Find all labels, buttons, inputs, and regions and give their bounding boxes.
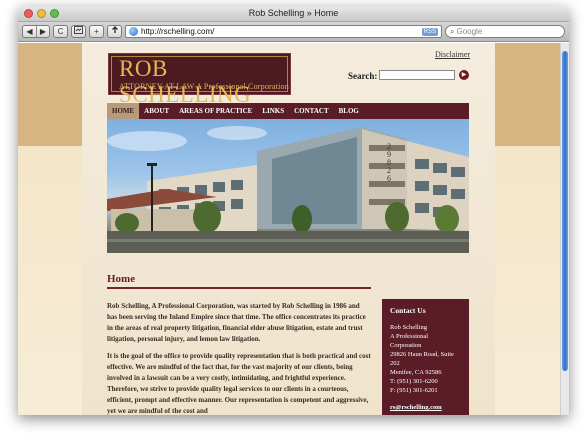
globe-icon [129, 27, 138, 36]
scrollbar-thumb[interactable] [562, 51, 568, 371]
site-search-label: Search: [348, 71, 378, 81]
forward-button[interactable]: ▶ [36, 26, 49, 37]
site-logo[interactable]: ROB SCHELLING ATTORNEY AT LAW A Professi… [108, 53, 291, 107]
contact-line: Menifee, CA 92586 [390, 369, 442, 376]
hero-building-image: 29826 [107, 119, 469, 253]
share-icon[interactable] [107, 25, 122, 38]
contact-line: F: (951) 301-6201 [390, 387, 438, 394]
page-title: Home [107, 273, 136, 285]
web-viewport: ROB SCHELLING ATTORNEY AT LAW A Professi… [18, 43, 569, 415]
main-content: Rob Schelling, A Professional Corporatio… [107, 301, 371, 415]
nav-areas-of-practice[interactable]: AREAS OF PRACTICE [174, 103, 257, 119]
main-nav: HOME ABOUT AREAS OF PRACTICE LINKS CONTA… [107, 103, 469, 119]
contact-box: Contact Us Rob Schelling A Professional … [382, 299, 469, 415]
site-page: ROB SCHELLING ATTORNEY AT LAW A Professi… [82, 43, 495, 415]
goal-paragraph: It is the goal of the office to provide … [107, 352, 371, 415]
nav-blog[interactable]: BLOG [334, 103, 364, 119]
site-search-input[interactable] [379, 70, 455, 80]
window-title: Rob Schelling » Home [248, 8, 339, 18]
address-bar[interactable]: http://rschelling.com/ RSS [125, 25, 442, 38]
add-bookmark-button[interactable]: + [89, 25, 104, 38]
contact-line: T: (951) 301-6200 [390, 378, 438, 385]
back-button[interactable]: ◀ [23, 26, 36, 37]
contact-line: A Professional [390, 333, 429, 340]
nav-links[interactable]: LINKS [257, 103, 289, 119]
intro-paragraph: Rob Schelling, A Professional Corporatio… [107, 302, 366, 343]
search-icon: ⌕ [450, 26, 455, 36]
title-bar: Rob Schelling » Home [18, 6, 569, 22]
contact-title: Contact Us [390, 306, 426, 315]
nav-contact[interactable]: CONTACT [289, 103, 333, 119]
disclaimer-link[interactable]: Disclaimer [435, 50, 470, 59]
browser-search-field[interactable]: ⌕ Google [445, 25, 565, 38]
search-go-button[interactable]: ▶ [459, 70, 469, 80]
contact-email-link[interactable]: rs@rschelling.com [390, 403, 461, 412]
vertical-scrollbar[interactable] [560, 43, 569, 415]
browser-window: Rob Schelling » Home ◀ ▶ C + http://rsch… [18, 6, 569, 415]
back-forward-buttons: ◀ ▶ [22, 25, 50, 38]
contact-line: Corporation [390, 342, 422, 349]
rss-button[interactable]: RSS [421, 27, 438, 36]
building-number: 29826 [387, 142, 391, 183]
reload-button[interactable]: C [53, 25, 68, 38]
logo-tagline: ATTORNEY AT LAW A Professional Corporati… [119, 82, 289, 91]
search-placeholder: Google [456, 27, 483, 36]
browser-toolbar: ◀ ▶ C + http://rschelling.com/ RSS ⌕ Goo… [18, 22, 569, 42]
contact-line: Rob Schelling [390, 324, 428, 331]
bookmark-icon[interactable] [71, 25, 86, 38]
nav-home[interactable]: HOME [107, 103, 140, 119]
title-divider [107, 287, 371, 289]
contact-line: 29826 Haun Road, Suite 202 [390, 351, 454, 367]
nav-about[interactable]: ABOUT [139, 103, 174, 119]
url-text[interactable]: http://rschelling.com/ [141, 27, 214, 36]
